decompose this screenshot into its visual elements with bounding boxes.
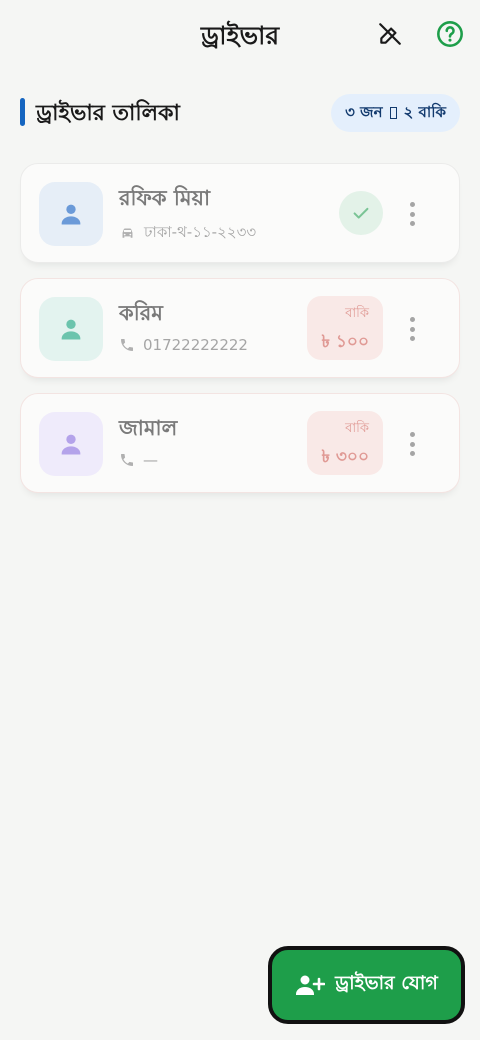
due-badge: বাকি ৳ ১০০ — [307, 296, 383, 360]
avatar — [39, 297, 103, 361]
driver-name: জামাল — [119, 416, 178, 440]
car-icon — [122, 228, 133, 238]
summary-count: ৩ জন — [345, 102, 383, 121]
driver-name: রফিক মিয়া — [119, 186, 211, 210]
help-icon[interactable] — [436, 20, 464, 48]
person-icon — [61, 319, 81, 340]
avatar — [39, 412, 103, 476]
driver-card[interactable]: জামাল — বাকি ৳ ৩০০ — [20, 393, 460, 493]
avatar — [39, 182, 103, 246]
paid-status-badge — [339, 191, 383, 235]
check-icon — [353, 207, 369, 219]
accent-bar — [20, 98, 25, 126]
section-title: ড্রাইভার তালিকা — [36, 101, 180, 126]
add-driver-label: ড্রাইভার যোগ — [335, 972, 438, 994]
summary-chip: ৩ জন ২ বাকি — [331, 94, 460, 132]
driver-card[interactable]: করিম 01722222222 বাকি ৳ ১০০ — [20, 278, 460, 378]
section-header: ড্রাইভার তালিকা ৩ জন ২ বাকি — [20, 94, 460, 132]
app-bar: ড্রাইভার — [0, 0, 480, 68]
phone-number: 01722222222 — [143, 336, 248, 354]
driver-name: করিম — [119, 301, 163, 325]
phone-icon — [121, 339, 133, 351]
driver-detail: ঢাকা-থ-১১-২২৩৩ — [119, 221, 256, 246]
person-icon — [61, 204, 81, 225]
more-options-icon[interactable] — [405, 432, 419, 456]
person-add-icon — [296, 975, 326, 995]
driver-detail: 01722222222 — [119, 336, 248, 354]
driver-card[interactable]: রফিক মিয়া ঢাকা-থ-১১-২২৩৩ — [20, 163, 460, 263]
summary-due: ২ বাকি — [403, 102, 446, 121]
more-options-icon[interactable] — [405, 317, 419, 341]
edit-off-icon[interactable] — [376, 20, 404, 48]
due-label: বাকি — [345, 421, 369, 436]
phone-number: — — [143, 451, 158, 469]
driver-detail: — — [119, 451, 158, 469]
due-badge: বাকি ৳ ৩০০ — [307, 411, 383, 475]
page-title: ড্রাইভার — [200, 21, 280, 50]
separator-box — [389, 107, 397, 119]
phone-icon — [121, 454, 133, 466]
vehicle-number: ঢাকা-থ-১১-২২৩৩ — [144, 223, 257, 241]
person-icon — [61, 434, 81, 455]
due-amount: ৳ ৩০০ — [321, 447, 369, 467]
due-amount: ৳ ১০০ — [321, 332, 369, 352]
more-options-icon[interactable] — [405, 202, 419, 226]
due-label: বাকি — [345, 306, 369, 321]
add-driver-button[interactable]: ড্রাইভার যোগ — [268, 946, 465, 1024]
